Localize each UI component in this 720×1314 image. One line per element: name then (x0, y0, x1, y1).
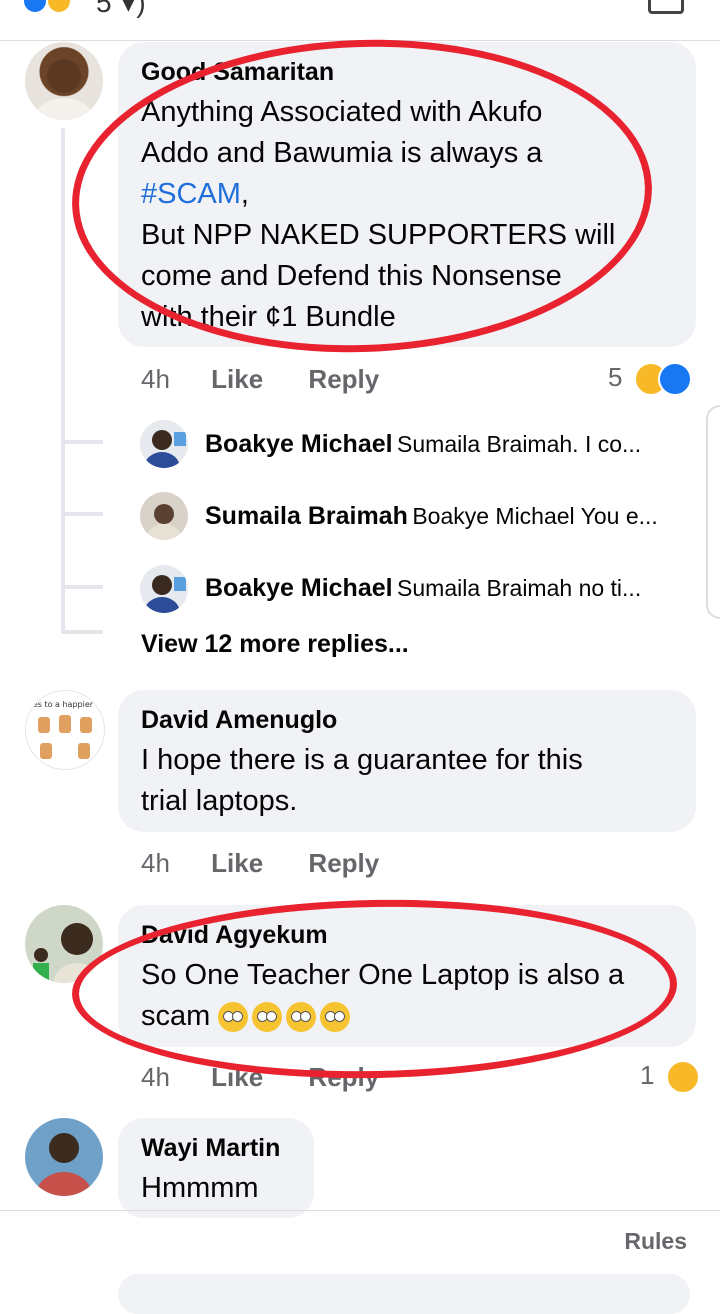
reaction-count[interactable]: 5 (608, 362, 692, 397)
reply-row[interactable]: Boakye Michael Sumaila Braimah no ti... (205, 574, 695, 603)
reply-connector (61, 512, 103, 516)
reply-snippet: Sumaila Braimah. I co... (397, 431, 642, 457)
comment-text: I hope there is a guarantee for this tri… (141, 740, 691, 822)
reaction-count-value: 1 (640, 1060, 655, 1090)
reply-author[interactable]: Sumaila Braimah (205, 502, 408, 530)
reply-author[interactable]: Boakye Michael (205, 574, 393, 602)
like-reaction-icon (657, 362, 692, 397)
footer-divider (0, 1210, 720, 1211)
view-more-replies[interactable]: View 12 more replies... (141, 630, 409, 659)
reply-connector (61, 440, 103, 444)
comment-author[interactable]: Wayi Martin (141, 1134, 280, 1163)
comment-time[interactable]: 4h (141, 1062, 170, 1092)
haha-reaction-icon (665, 1060, 700, 1095)
reply-button[interactable]: Reply (308, 848, 379, 878)
reaction-count-value: 5 (608, 362, 623, 392)
comment-time[interactable]: 4h (141, 848, 170, 878)
avatar-good-samaritan[interactable] (25, 42, 103, 120)
comment-line: I hope there is a guarantee for this (141, 744, 583, 776)
svg-text:rules to a happier life: rules to a happier life (26, 700, 104, 709)
like-icon (22, 0, 48, 14)
avatar-david-amenuglo[interactable]: rules to a happier life (25, 690, 105, 770)
reply-row[interactable]: Boakye Michael Sumaila Braimah. I co... (205, 430, 695, 459)
comment-author[interactable]: David Amenuglo (141, 706, 337, 735)
comment-actions: 4h Like Reply (141, 364, 379, 395)
reply-snippet: Sumaila Braimah no ti... (397, 575, 642, 601)
comment-text: Hmmmm (141, 1172, 259, 1204)
rules-link[interactable]: Rules (624, 1228, 687, 1255)
like-button[interactable]: Like (211, 364, 263, 394)
avatar-reply[interactable] (140, 492, 188, 540)
reply-snippet: Boakye Michael You e... (412, 503, 658, 529)
like-button[interactable]: Like (211, 848, 263, 878)
reply-connector (61, 585, 103, 589)
comment-actions: 4h Like Reply (141, 848, 379, 879)
avatar-reply[interactable] (140, 565, 188, 613)
avatar-wayi-martin[interactable] (25, 1118, 103, 1196)
comment-time[interactable]: 4h (141, 364, 170, 394)
comment-line: trial laptops. (141, 785, 298, 817)
comment-bubble[interactable]: Wayi Martin Hmmmm (118, 1118, 314, 1218)
share-icon[interactable] (648, 0, 684, 14)
scroll-handle[interactable] (706, 405, 720, 619)
haha-icon (46, 0, 73, 14)
reply-row[interactable]: Sumaila Braimah Boakye Michael You e... (205, 502, 695, 531)
reaction-count[interactable]: 1 (640, 1060, 700, 1095)
thread-line (61, 128, 65, 633)
reply-author[interactable]: Boakye Michael (205, 430, 393, 458)
reply-connector (61, 630, 103, 634)
comment-bubble[interactable]: David Amenuglo I hope there is a guarant… (118, 690, 696, 832)
top-bar: 5 ▾) (0, 0, 720, 41)
reaction-summary-icons (22, 0, 73, 14)
reaction-summary-text[interactable]: 5 ▾) (96, 0, 147, 19)
comment-input[interactable] (118, 1274, 690, 1314)
avatar-reply[interactable] (140, 420, 188, 468)
reply-button[interactable]: Reply (308, 364, 379, 394)
